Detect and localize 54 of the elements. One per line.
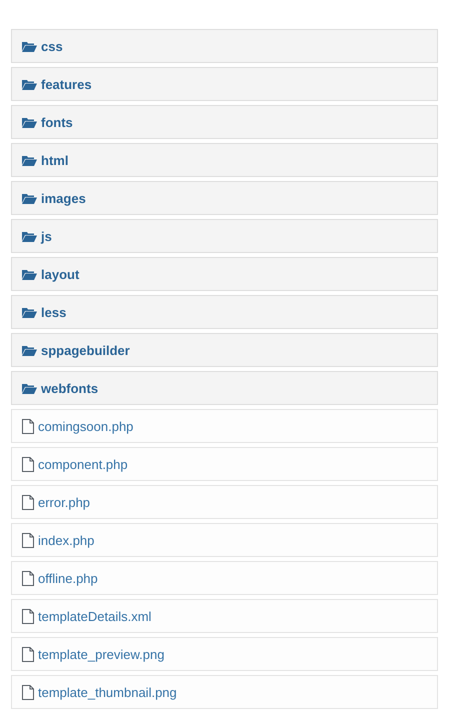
file-icon — [22, 418, 34, 434]
file-icon — [22, 684, 34, 700]
file-name: index.php — [38, 532, 94, 548]
file-name: templateDetails.xml — [38, 608, 152, 624]
folder-row[interactable]: sppagebuilder — [11, 333, 438, 367]
file-row[interactable]: template_thumbnail.png — [11, 675, 438, 709]
file-row[interactable]: index.php — [11, 523, 438, 557]
file-icon — [22, 608, 34, 624]
file-name: template_preview.png — [38, 646, 164, 662]
folder-name: layout — [41, 266, 80, 282]
folder-row[interactable]: js — [11, 219, 438, 253]
folder-icon — [22, 192, 37, 204]
folder-icon — [22, 306, 37, 318]
folder-name: images — [41, 190, 86, 206]
file-icon — [22, 456, 34, 472]
file-icon — [22, 646, 34, 662]
folder-name: js — [41, 228, 52, 244]
folder-name: webfonts — [41, 380, 98, 396]
folder-icon — [22, 344, 37, 356]
folder-icon — [22, 268, 37, 280]
folder-row[interactable]: layout — [11, 257, 438, 291]
folder-row[interactable]: fonts — [11, 105, 438, 139]
folder-row[interactable]: css — [11, 29, 438, 63]
folder-name: less — [41, 304, 66, 320]
file-name: offline.php — [38, 570, 98, 586]
folder-row[interactable]: features — [11, 67, 438, 101]
folder-icon — [22, 230, 37, 242]
folder-name: html — [41, 152, 68, 168]
file-row[interactable]: error.php — [11, 485, 438, 519]
file-row[interactable]: comingsoon.php — [11, 409, 438, 443]
folder-name: css — [41, 38, 63, 54]
file-name: comingsoon.php — [38, 418, 134, 434]
file-icon — [22, 532, 34, 548]
file-row[interactable]: offline.php — [11, 561, 438, 595]
file-name: error.php — [38, 494, 90, 510]
file-row[interactable]: templateDetails.xml — [11, 599, 438, 633]
folder-row[interactable]: images — [11, 181, 438, 215]
folder-icon — [22, 382, 37, 394]
file-icon — [22, 570, 34, 586]
folder-name: sppagebuilder — [41, 342, 130, 358]
folder-row[interactable]: html — [11, 143, 438, 177]
folder-row[interactable]: webfonts — [11, 371, 438, 405]
folder-row[interactable]: less — [11, 295, 438, 329]
file-name: component.php — [38, 456, 128, 472]
folder-icon — [22, 40, 37, 52]
folder-icon — [22, 116, 37, 128]
file-row[interactable]: template_preview.png — [11, 637, 438, 671]
file-row[interactable]: component.php — [11, 447, 438, 481]
file-name: template_thumbnail.png — [38, 684, 177, 700]
folder-icon — [22, 154, 37, 166]
folder-name: features — [41, 76, 92, 92]
file-icon — [22, 494, 34, 510]
folder-name: fonts — [41, 114, 73, 130]
folder-icon — [22, 78, 37, 90]
